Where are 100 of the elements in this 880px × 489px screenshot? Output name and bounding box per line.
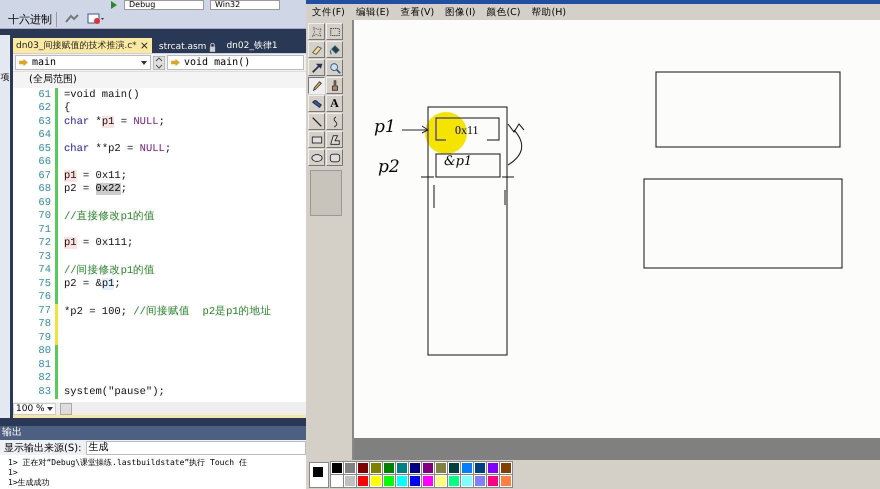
color-swatch[interactable] [396,462,408,474]
member-dropdown[interactable]: void main() [167,55,304,70]
handwritten-text: p2 [378,157,400,177]
configuration-dropdown[interactable]: Debug [124,0,204,10]
code-text: =void main() [64,88,140,101]
menu-item[interactable]: 查看(V) [400,6,434,18]
color-swatch[interactable] [461,475,473,487]
text-tool-tool[interactable]: A [326,95,343,112]
free-select-tool[interactable] [308,23,325,40]
color-swatch[interactable] [500,462,512,474]
file-tab[interactable]: dn02_铁律1 [223,38,281,53]
free-select-icon [310,26,322,38]
color-swatch[interactable] [409,475,421,487]
file-tab[interactable]: strcat.asm [156,41,220,53]
arrow-icon [19,59,28,66]
color-swatch[interactable] [474,462,486,474]
highlighted-reference: p1 [102,116,114,128]
window-icon[interactable] [87,13,105,25]
handwritten-text: p1 [374,117,396,137]
memory-cell-drawing [436,154,500,178]
rectangle-tool[interactable] [308,131,325,148]
pencil-icon [310,80,322,92]
function-dropdown[interactable]: main [15,55,151,70]
line-tool[interactable] [308,113,325,130]
color-swatch[interactable] [500,475,512,487]
eyedropper-icon [310,62,322,74]
ellipse-tool[interactable] [308,149,325,166]
fill-bucket-tool[interactable] [326,41,343,58]
arrow-icon [171,59,180,66]
dropdown-caret-icon[interactable] [47,406,54,410]
menu-item[interactable]: 帮助(H) [532,6,566,18]
color-swatch[interactable] [487,462,499,474]
color-swatch[interactable] [448,475,460,487]
code-text: ; [164,142,172,155]
source-label: 显示输出来源(S): [4,442,82,454]
close-icon[interactable]: × [140,39,149,52]
current-colors[interactable] [309,462,329,488]
scrollbar[interactable] [60,402,72,414]
color-swatch[interactable] [344,462,356,474]
highlighted-reference: p1 [64,170,77,182]
code-text: p2 = [64,183,90,196]
highlighted-reference: p1 [102,278,114,290]
polygon-tool[interactable] [326,131,343,148]
scope-label: (全局范围) [13,71,306,88]
color-swatch[interactable] [422,475,434,487]
zoom-dropdown[interactable]: 100 % [13,402,56,414]
pencil-tool[interactable] [308,77,325,94]
color-swatch[interactable] [357,462,369,474]
menu-item[interactable]: 图像(I) [445,6,476,18]
color-swatch[interactable] [331,462,343,474]
code-text: ; [158,116,165,128]
selected-text: 0x22 [96,183,121,196]
color-swatch[interactable] [487,475,499,487]
split-icon[interactable] [153,56,165,70]
platform-dropdown[interactable]: Win32 [210,0,280,10]
color-swatch[interactable] [357,475,369,487]
brush-tool[interactable] [326,77,343,94]
eyedropper-tool[interactable] [308,59,325,76]
menu-item[interactable]: 文件(F) [312,6,345,18]
pointer-arrow-drawing [508,124,524,166]
color-swatch[interactable] [474,475,486,487]
side-panel-label[interactable]: 项 [0,71,10,84]
ellipse-icon [310,152,322,164]
rectangle-icon [310,134,322,146]
curve-tool[interactable] [326,113,343,130]
color-swatch[interactable] [396,475,408,487]
hex-button[interactable]: 十六进制 [4,12,57,26]
keyword-text: char [64,116,90,128]
color-swatch[interactable] [448,462,460,474]
code-text: p2 = & [64,278,102,290]
rounded-rectangle-tool[interactable] [326,149,343,166]
menu-item[interactable]: 编辑(E) [356,6,390,18]
code-text: ; [114,278,121,290]
color-swatch[interactable] [409,462,421,474]
color-swatch[interactable] [461,462,473,474]
color-swatch[interactable] [422,462,434,474]
menu-item[interactable]: 颜色(C) [486,6,520,18]
color-swatch[interactable] [383,462,395,474]
dropdown-caret-icon[interactable] [141,60,147,64]
code-text: * [94,116,102,128]
color-swatch[interactable] [435,462,447,474]
rectangle-select-tool[interactable] [326,23,343,40]
source-dropdown[interactable]: 生成 [86,440,306,454]
color-swatch[interactable] [331,475,343,487]
file-tab[interactable]: dn03_间接赋值的技术推演.c* × [13,38,152,53]
output-line: 1> [8,468,19,478]
color-swatch[interactable] [435,475,447,487]
color-swatch[interactable] [344,475,356,487]
macro-text: NULL [133,116,159,128]
fill-bucket-icon [328,44,340,56]
color-swatch[interactable] [370,462,382,474]
tool-icon[interactable] [63,13,81,25]
eraser-tool[interactable] [308,41,325,58]
color-swatch[interactable] [370,475,382,487]
color-swatch[interactable] [383,475,395,487]
spray-tool[interactable] [308,95,325,112]
line-icon [310,116,322,128]
magnifier-tool[interactable] [326,59,343,76]
code-text: = 0x11; [82,170,128,182]
code-text: **p2 = [94,142,134,155]
